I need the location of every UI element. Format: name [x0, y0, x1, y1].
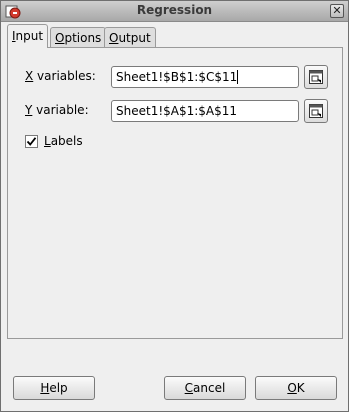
y-variable-label: Y variable: [25, 103, 89, 117]
y-variable-label-text: variable: [32, 103, 89, 117]
x-variables-label-text: variables: [33, 69, 96, 83]
help-mnemonic: H [40, 381, 50, 395]
ok-button[interactable]: OK [255, 376, 337, 400]
tab-options-label: ptions [64, 31, 102, 45]
ok-mnemonic: O [287, 381, 297, 395]
help-button[interactable]: Help [13, 376, 95, 400]
help-label: elp [49, 381, 68, 395]
shrink-range-icon [309, 104, 323, 118]
labels-checkbox-label[interactable]: Labels [44, 134, 83, 148]
x-variables-mnemonic: X [25, 69, 34, 83]
tab-input[interactable]: Input [7, 24, 49, 48]
window-title: Regression [136, 3, 213, 17]
x-shrink-button[interactable] [304, 65, 328, 89]
labels-mnemonic: L [44, 134, 51, 148]
input-tab-panel [7, 47, 343, 339]
x-variables-input[interactable]: Sheet1!$B$1:$C$11 [111, 66, 299, 88]
tab-output[interactable]: Output [104, 27, 156, 47]
tab-options[interactable]: Options [50, 27, 107, 47]
checkmark-icon [26, 137, 37, 146]
close-icon[interactable]: ✕ [330, 4, 344, 18]
y-shrink-button[interactable] [304, 99, 328, 123]
labels-label-text: abels [50, 134, 83, 148]
title-bar[interactable]: Regression ✕ [1, 1, 348, 22]
ok-label: K [296, 381, 305, 395]
text-caret [237, 70, 239, 84]
cancel-mnemonic: C [184, 381, 194, 395]
shrink-range-icon [309, 70, 323, 84]
cancel-button[interactable]: Cancel [164, 376, 246, 400]
tab-output-label: utput [118, 31, 151, 45]
regression-dialog: Regression ✕ Input Options Output X vari… [0, 0, 349, 412]
labels-checkbox[interactable] [25, 135, 38, 148]
x-variables-value: Sheet1!$B$1:$C$11 [116, 70, 238, 84]
cancel-label: ancel [193, 381, 226, 395]
y-variable-input[interactable]: Sheet1!$A$1:$A$11 [111, 100, 299, 122]
tab-input-label: nput [15, 29, 44, 43]
y-variable-value: Sheet1!$A$1:$A$11 [116, 104, 238, 118]
x-variables-label: X variables: [25, 69, 96, 83]
